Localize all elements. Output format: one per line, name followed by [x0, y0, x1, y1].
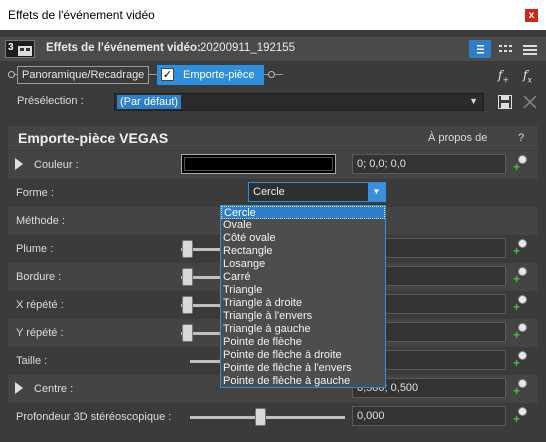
fx-add-icon[interactable]: f+ [498, 68, 509, 84]
dropdown-option[interactable]: Rectangle [221, 245, 385, 258]
help-link[interactable]: ? [518, 132, 524, 144]
bordure-slider-handle[interactable] [182, 268, 193, 286]
dropdown-option[interactable]: Pointe de flèche [221, 336, 385, 349]
dropdown-option[interactable]: Triangle à droite [221, 297, 385, 310]
row-profondeur: Profondeur 3D stéréoscopique : 0,000 + [8, 403, 538, 431]
plugin-chain: Panoramique/Recadrage ✓ Emporte-pièce [0, 62, 546, 88]
event-fx-icon: 3 [5, 40, 35, 58]
forme-value: Cercle [253, 186, 285, 198]
methode-label: Méthode : [16, 215, 65, 227]
panel-header: Emporte-pièce VEGAS À propos de ? [8, 126, 538, 150]
about-link[interactable]: À propos de [428, 132, 487, 144]
dropdown-option[interactable]: Ovale [221, 219, 385, 232]
title-bar: Effets de l'événement vidéo x [0, 0, 546, 30]
save-preset-icon[interactable] [498, 95, 512, 109]
bordure-label: Bordure : [16, 271, 62, 283]
chain-start-dot [8, 71, 15, 78]
panel-title: Emporte-pièce VEGAS [18, 130, 169, 146]
close-icon[interactable]: x [525, 9, 538, 22]
couleur-label: Couleur : [34, 159, 79, 171]
plume-label: Plume : [16, 243, 54, 255]
keyframe-add-icon[interactable]: + [513, 351, 529, 369]
x-repete-slider-handle[interactable] [182, 296, 193, 314]
event-name: 20200911_192155 [200, 42, 296, 54]
chevron-down-icon[interactable]: ▼ [368, 183, 385, 201]
couleur-field[interactable]: 0; 0,0; 0,0 [352, 154, 506, 174]
fx-remove-icon[interactable]: fx [523, 68, 532, 84]
forme-select[interactable]: Cercle ▼ [248, 182, 386, 202]
delete-preset-icon[interactable] [523, 95, 537, 109]
keyframe-add-icon[interactable]: + [513, 267, 529, 285]
expand-icon[interactable] [15, 158, 23, 170]
dropdown-option[interactable]: Carré [221, 271, 385, 284]
profondeur-label: Profondeur 3D stéréoscopique : [16, 411, 172, 423]
chevron-down-icon: ▼ [469, 96, 478, 106]
dropdown-option[interactable]: Triangle à l'envers [221, 310, 385, 323]
taille-slider-track[interactable] [190, 360, 222, 363]
event-header: 3 Effets de l'événement vidéo: 20200911_… [0, 37, 546, 61]
grid-view-icon[interactable] [494, 40, 516, 58]
row-couleur: Couleur : 0; 0,0; 0,0 + [8, 151, 538, 179]
chain-item-label: Emporte-pièce [183, 69, 255, 81]
dropdown-option[interactable]: Pointe de flèche à l'envers [221, 362, 385, 375]
profondeur-field[interactable]: 0,000 [352, 406, 506, 426]
x-repete-label: X répété : [16, 299, 64, 311]
chain-item-panoramique[interactable]: Panoramique/Recadrage [17, 66, 150, 84]
keyframe-add-icon[interactable]: + [513, 407, 529, 425]
list-view-icon[interactable] [469, 40, 491, 58]
enable-checkbox[interactable]: ✓ [161, 68, 174, 81]
preset-label: Présélection : [17, 95, 84, 107]
y-repete-slider-handle[interactable] [182, 324, 193, 342]
keyframe-add-icon[interactable]: + [513, 323, 529, 341]
row-forme: Forme : Cercle ▼ [8, 179, 538, 207]
preset-select[interactable]: (Par défaut) ▼ [114, 93, 484, 111]
keyframe-add-icon[interactable]: + [513, 379, 529, 397]
plume-slider-handle[interactable] [182, 240, 193, 258]
preset-row: Présélection : (Par défaut) ▼ [0, 89, 546, 115]
y-repete-label: Y répété : [16, 327, 64, 339]
chain-item-emporte-piece[interactable]: ✓ Emporte-pièce [157, 65, 264, 85]
event-header-label: Effets de l'événement vidéo: [46, 42, 201, 54]
color-swatch[interactable] [181, 154, 336, 174]
dropdown-option[interactable]: Losange [221, 258, 385, 271]
keyframe-add-icon[interactable]: + [513, 155, 529, 173]
profondeur-slider-track[interactable] [190, 416, 345, 419]
effects-window: Effets de l'événement vidéo x 3 Effets d… [0, 0, 546, 442]
preset-value: (Par défaut) [117, 95, 182, 109]
forme-label: Forme : [16, 187, 54, 199]
profondeur-slider-handle[interactable] [255, 408, 266, 426]
dropdown-option[interactable]: Triangle [221, 284, 385, 297]
dropdown-option[interactable]: Côté ovale [221, 232, 385, 245]
forme-dropdown-list[interactable]: Cercle Ovale Côté ovale Rectangle Losang… [220, 205, 386, 388]
keyframe-add-icon[interactable]: + [513, 295, 529, 313]
dropdown-option[interactable]: Triangle à gauche [221, 323, 385, 336]
detail-view-icon[interactable] [519, 40, 541, 58]
dropdown-option[interactable]: Pointe de flèche à droite [221, 349, 385, 362]
dropdown-option[interactable]: Cercle [221, 206, 385, 219]
taille-label: Taille : [16, 355, 48, 367]
keyframe-add-icon[interactable]: + [513, 239, 529, 257]
expand-icon[interactable] [15, 382, 23, 394]
dropdown-option[interactable]: Pointe de flèche à gauche [221, 375, 385, 388]
window-title: Effets de l'événement vidéo [8, 8, 155, 22]
chain-end-dot [268, 71, 275, 78]
centre-label: Centre : [34, 383, 74, 395]
